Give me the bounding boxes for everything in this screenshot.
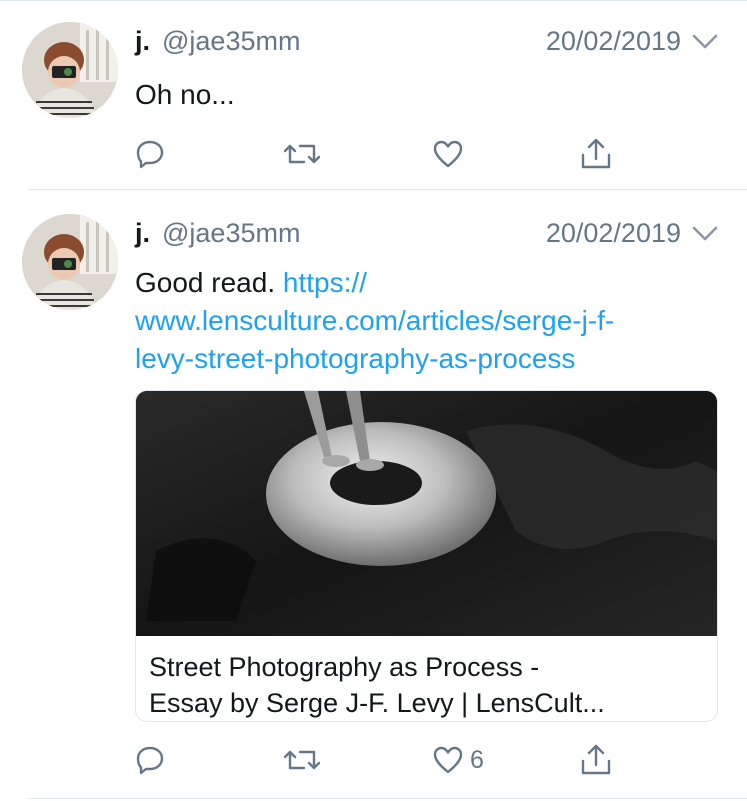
tweet-actions (0, 136, 747, 176)
tweet-text: Good read. https:// www.lensculture.com/… (135, 264, 614, 378)
heart-icon[interactable] (432, 136, 464, 172)
card-image (136, 391, 717, 636)
retweet-icon[interactable] (284, 742, 320, 778)
tweet-link[interactable]: levy-street-photography-as-process (135, 343, 575, 374)
reply-icon[interactable] (134, 136, 166, 172)
card-title[interactable]: Street Photography as Process - Essay by… (149, 649, 707, 721)
tweet-date[interactable]: 20/02/2019 (546, 218, 681, 249)
share-icon[interactable] (580, 742, 612, 778)
user-handle[interactable]: @jae35mm (162, 218, 300, 249)
tweet-header: j. @jae35mm 20/02/2019 (135, 26, 719, 66)
chevron-down-icon[interactable] (691, 224, 719, 244)
heart-icon[interactable] (432, 744, 464, 776)
tweet-text-body: Good read. (135, 267, 276, 298)
display-name[interactable]: j. (135, 218, 150, 249)
tweet[interactable]: j. @jae35mm 20/02/2019 Oh no... (0, 0, 747, 190)
tweet[interactable]: j. @jae35mm 20/02/2019 Good read. https:… (0, 190, 747, 798)
share-icon[interactable] (580, 136, 612, 172)
chevron-down-icon[interactable] (691, 32, 719, 52)
tweet-date[interactable]: 20/02/2019 (546, 26, 681, 57)
reply-icon[interactable] (134, 742, 166, 778)
like-count: 6 (470, 745, 484, 774)
like-button[interactable]: 6 (432, 742, 484, 778)
tweet-link[interactable]: www.lensculture.com/articles/serge-j-f- (135, 305, 614, 336)
link-card[interactable]: Street Photography as Process - Essay by… (135, 390, 718, 722)
tweet-actions: 6 (0, 742, 747, 782)
tweet-header: j. @jae35mm 20/02/2019 (135, 218, 719, 258)
tweet-text: Oh no... (135, 79, 235, 110)
user-handle[interactable]: @jae35mm (162, 26, 300, 57)
display-name[interactable]: j. (135, 26, 150, 57)
avatar[interactable] (22, 214, 118, 310)
tweet-link[interactable]: https:// (283, 267, 367, 298)
retweet-icon[interactable] (284, 136, 320, 172)
tweet-divider (28, 798, 747, 799)
avatar[interactable] (22, 22, 118, 118)
